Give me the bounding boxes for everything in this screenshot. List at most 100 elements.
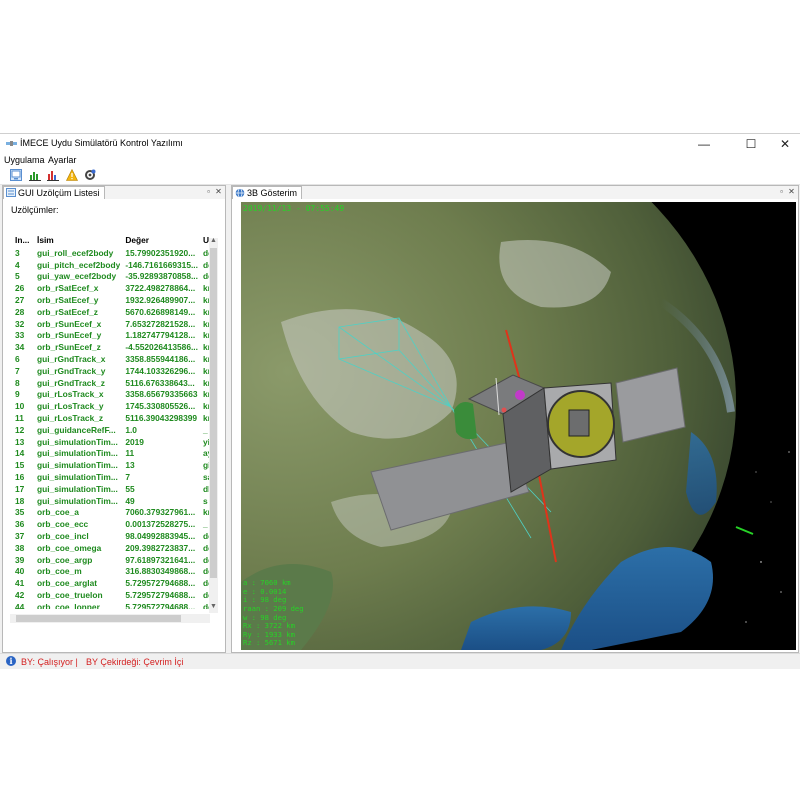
cell-value: 7.653272821528...: [125, 318, 196, 329]
horizontal-scrollbar[interactable]: [10, 614, 210, 623]
minimize-button[interactable]: —: [689, 134, 719, 154]
vertical-scrollbar[interactable]: ▲ ▼: [209, 237, 218, 613]
3d-scene: [241, 202, 796, 650]
table-row[interactable]: 17 gui_simulationTim... 55 dk: [10, 483, 213, 495]
horizontal-scroll-thumb[interactable]: [16, 615, 181, 622]
cell-value: 98.04992883945...: [125, 531, 196, 542]
table-row[interactable]: 42 orb_coe_truelon 5.729572794688... de: [10, 589, 213, 601]
cell-value: 1744.103326296...: [125, 365, 196, 376]
table-row[interactable]: 40 orb_coe_m 316.8830349868... de: [10, 566, 213, 578]
menu-ayarlar[interactable]: Ayarlar: [48, 155, 76, 165]
view-3d-panel: 3B Gösterim ▫ ✕ 2019/11/13 - 07:55:49 a …: [231, 185, 799, 653]
cell-index: 13: [15, 436, 25, 447]
table-row[interactable]: 33 orb_rSunEcef_y 1.182747794128... kr: [10, 330, 213, 342]
cell-value: 97.61897321641...: [125, 554, 196, 565]
maximize-button[interactable]: ☐: [736, 134, 766, 154]
title-bar: İMECE Uydu Simülatörü Kontrol Yazılımı —…: [0, 134, 800, 154]
table-row[interactable]: 26 orb_rSatEcef_x 3722.498278864... kr: [10, 282, 213, 294]
cell-name: gui_simulationTim...: [37, 460, 118, 471]
table-row[interactable]: 16 gui_simulationTim... 7 sa: [10, 471, 213, 483]
table-row[interactable]: 15 gui_simulationTim... 13 gi: [10, 459, 213, 471]
table-row[interactable]: 8 gui_rGndTrack_z 5116.676338643... kr: [10, 377, 213, 389]
cell-name: gui_simulationTim...: [37, 436, 118, 447]
cell-index: 41: [15, 578, 25, 589]
table-row[interactable]: 27 orb_rSatEcef_y 1932.926489907... kr: [10, 294, 213, 306]
status-bar: i BY: Çalışıyor | BY Çekirdeği: Çevrim İ…: [0, 653, 800, 669]
cell-name: gui_rLosTrack_y: [37, 401, 104, 412]
table-row[interactable]: 28 orb_rSatEcef_z 5670.626898149... kr: [10, 306, 213, 318]
window-title: İMECE Uydu Simülatörü Kontrol Yazılımı: [20, 138, 183, 148]
table-row[interactable]: 44 orb_coe_lonper 5.729572794688... de: [10, 601, 213, 609]
satellite-settings-icon[interactable]: [84, 169, 96, 181]
vertical-scroll-thumb[interactable]: [210, 248, 217, 578]
table-row[interactable]: 11 gui_rLosTrack_z 5116.39043298399 kr: [10, 412, 213, 424]
cell-value: 316.8830349868...: [125, 566, 196, 577]
table-row[interactable]: 32 orb_rSunEcef_x 7.653272821528... kr: [10, 318, 213, 330]
cell-value: 5.729572794688...: [125, 590, 196, 600]
menu-uygulama[interactable]: Uygulama: [4, 155, 45, 165]
table-row[interactable]: 3 gui_roll_ecef2body 15.79902351920... de: [10, 247, 213, 259]
cell-name: orb_rSatEcef_y: [37, 295, 99, 306]
cell-name: gui_simulationTim...: [37, 483, 118, 494]
table-header-row: In... İsim Değer U: [10, 233, 213, 247]
column-header-value[interactable]: Değer: [120, 233, 198, 247]
list-icon: [6, 188, 16, 197]
table-row[interactable]: 18 gui_simulationTim... 49 s: [10, 495, 213, 507]
table-row[interactable]: 38 orb_coe_omega 209.3982723837... de: [10, 542, 213, 554]
scroll-down-icon[interactable]: ▼: [210, 603, 217, 610]
table-row[interactable]: 6 gui_rGndTrack_x 3358.855944186... kr: [10, 353, 213, 365]
table-row[interactable]: 14 gui_simulationTim... 11 ay: [10, 448, 213, 460]
cell-index: 39: [15, 554, 25, 565]
cell-value: -146.7161669315...: [125, 259, 198, 270]
warning-icon[interactable]: [66, 169, 78, 181]
cell-name: gui_simulationTim...: [37, 472, 118, 483]
tab-gui-telemetry-list[interactable]: GUI Uzölçüm Listesi: [3, 186, 105, 199]
table-row[interactable]: 36 orb_coe_ecc 0.001372528275... _: [10, 518, 213, 530]
panel-close-icon[interactable]: ✕: [787, 187, 796, 196]
cell-name: gui_guidanceRefF...: [37, 424, 116, 435]
scroll-up-icon[interactable]: ▲: [210, 237, 217, 244]
table-row[interactable]: 5 gui_yaw_ecef2body -35.92893870858... de: [10, 271, 213, 283]
bar-chart-red-icon[interactable]: [47, 169, 59, 181]
cell-name: gui_simulationTim...: [37, 448, 118, 459]
bar-chart-green-icon[interactable]: [29, 169, 41, 181]
cell-index: 8: [15, 377, 20, 388]
orbit-info-overlay: a : 7060 km e : 0.0014 i : 98 deg raan : 20…: [243, 579, 304, 648]
cell-value: 5.729572794688...: [125, 601, 196, 609]
panel-close-icon[interactable]: ✕: [214, 187, 223, 196]
table-row[interactable]: 39 orb_coe_argp 97.61897321641... de: [10, 554, 213, 566]
table-row[interactable]: 7 gui_rGndTrack_y 1744.103326296... kr: [10, 365, 213, 377]
table-row[interactable]: 9 gui_rLosTrack_x 3358.65679335663 kr: [10, 389, 213, 401]
undock-icon[interactable]: ▫: [204, 187, 213, 196]
monitor-icon[interactable]: [10, 169, 22, 181]
cell-value: 13: [125, 460, 135, 471]
3d-viewport[interactable]: 2019/11/13 - 07:55:49 a : 7060 km e : 0.0…: [241, 202, 796, 650]
cell-index: 35: [15, 507, 25, 518]
table-row[interactable]: 34 orb_rSunEcef_z -4.552026413586... kr: [10, 341, 213, 353]
undock-icon[interactable]: ▫: [777, 187, 786, 196]
telemetry-table: In... İsim Değer U 3 gui_roll_ecef2body 15…: [10, 233, 216, 609]
table-row[interactable]: 35 orb_coe_a 7060.379327961... kr: [10, 507, 213, 519]
cell-name: orb_coe_a: [37, 507, 79, 518]
cell-value: 49: [125, 495, 135, 506]
column-header-name[interactable]: İsim: [32, 233, 120, 247]
cell-value: 7060.379327961...: [125, 507, 196, 518]
cell-index: 12: [15, 424, 25, 435]
cell-index: 9: [15, 389, 20, 400]
table-row[interactable]: 12 gui_guidanceRefF... 1.0 _: [10, 424, 213, 436]
cell-name: orb_coe_truelon: [37, 590, 103, 600]
cell-name: orb_rSunEcef_z: [37, 342, 101, 353]
cell-index: 3: [15, 247, 20, 258]
table-row[interactable]: 41 orb_coe_arglat 5.729572794688... de: [10, 577, 213, 589]
status-core: BY Çekirdeği: Çevrim İçi: [86, 657, 184, 667]
close-button[interactable]: ✕: [770, 134, 800, 154]
table-row[interactable]: 4 gui_pitch_ecef2body -146.7161669315... de: [10, 259, 213, 271]
table-row[interactable]: 10 gui_rLosTrack_y 1745.330805526... kr: [10, 400, 213, 412]
cell-name: gui_rGndTrack_x: [37, 354, 106, 365]
cell-value: 5116.39043298399: [125, 413, 198, 424]
table-row[interactable]: 37 orb_coe_incl 98.04992883945... de: [10, 530, 213, 542]
table-row[interactable]: 13 gui_simulationTim... 2019 yi: [10, 436, 213, 448]
column-header-index[interactable]: In...: [10, 233, 32, 247]
tab-3d-view[interactable]: 3B Gösterim: [232, 186, 303, 199]
tab-label: 3B Gösterim: [247, 188, 298, 198]
